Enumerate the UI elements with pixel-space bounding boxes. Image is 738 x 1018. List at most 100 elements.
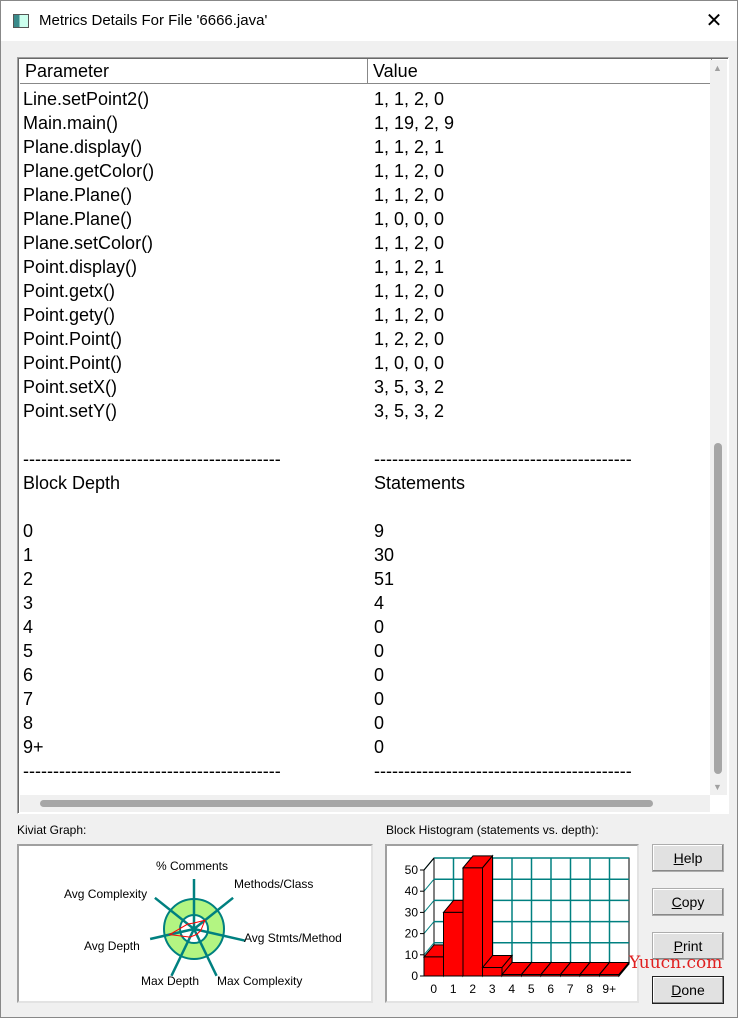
list-row[interactable]: Point.gety() 1, 1, 2, 0 xyxy=(23,303,632,327)
list-row[interactable]: Block Depth Statements xyxy=(23,471,632,495)
list-row[interactable]: 9+ 0 xyxy=(23,735,632,759)
metrics-list[interactable]: Parameter Value Line.setPoint2() 1, 1, 2,… xyxy=(17,57,729,814)
row-parameter: Plane.setColor() xyxy=(23,233,154,253)
kiviat-axis-label: Max Complexity xyxy=(217,974,302,988)
list-row[interactable]: Plane.setColor() 1, 1, 2, 0 xyxy=(23,231,632,255)
y-tick-label: 20 xyxy=(405,927,419,941)
x-tick-label: 9+ xyxy=(602,982,616,996)
list-row[interactable]: 80 xyxy=(23,711,632,735)
list-rows: Line.setPoint2() 1, 1, 2, 0 Main.main() 1, … xyxy=(23,87,632,783)
scroll-up-icon[interactable]: ▲ xyxy=(713,63,722,73)
row-parameter: ----------------------------------------… xyxy=(23,761,281,781)
row-value: 1, 1, 2, 0 xyxy=(374,233,445,253)
list-row[interactable]: Point.Point() 1, 2, 2, 0 xyxy=(23,327,632,351)
kiviat-axis-label: Avg Stmts/Method xyxy=(244,931,342,945)
row-parameter: Block Depth xyxy=(23,473,121,493)
horizontal-scrollbar[interactable] xyxy=(20,795,710,812)
list-row[interactable]: 70 xyxy=(23,687,632,711)
row-parameter: 5 xyxy=(23,641,34,661)
row-value: ----------------------------------------… xyxy=(374,449,632,469)
row-parameter: 8 xyxy=(23,713,34,733)
list-row[interactable]: 50 xyxy=(23,639,632,663)
vertical-scrollbar[interactable]: ▲ ▼ xyxy=(710,60,727,795)
row-value: 4 xyxy=(374,593,385,613)
list-row[interactable]: Main.main() 1, 19, 2, 9 xyxy=(23,111,632,135)
row-value: 0 xyxy=(374,737,385,757)
row-parameter: 0 xyxy=(23,521,34,541)
list-row[interactable]: 34 xyxy=(23,591,632,615)
kiviat-axis-label: Avg Depth xyxy=(84,939,140,953)
help-button[interactable]: Help xyxy=(652,844,724,872)
kiviat-axis-label: Methods/Class xyxy=(234,877,313,891)
list-row[interactable]: Point.setY() 3, 5, 3, 2 xyxy=(23,399,632,423)
row-parameter: Point.Point() xyxy=(23,353,123,373)
histogram-svg: 010203040500 1 2 3 4 5 6 7 8 9+ xyxy=(405,854,631,996)
column-header-parameter[interactable]: Parameter xyxy=(20,59,368,84)
list-row[interactable]: 1 30 xyxy=(23,543,632,567)
row-parameter xyxy=(23,495,374,519)
x-tick-label: 4 xyxy=(508,982,515,996)
list-row[interactable]: Line.setPoint2() 1, 1, 2, 0 xyxy=(23,87,632,111)
list-row[interactable]: Plane.Plane() 1, 1, 2, 0 xyxy=(23,183,632,207)
bar xyxy=(423,956,444,977)
list-row[interactable]: Point.display() 1, 1, 2, 1 xyxy=(23,255,632,279)
row-value: 1, 1, 2, 0 xyxy=(374,305,445,325)
vertical-scroll-thumb[interactable] xyxy=(714,443,722,774)
row-parameter: Point.Point() xyxy=(23,329,123,349)
x-tick-label: 6 xyxy=(547,982,554,996)
close-icon[interactable]: ✕ xyxy=(691,1,737,41)
row-parameter: Plane.display() xyxy=(23,137,143,157)
row-value: 1, 1, 2, 0 xyxy=(374,89,445,109)
list-row[interactable]: Plane.getColor() 1, 1, 2, 0 xyxy=(23,159,632,183)
list-row[interactable]: Point.Point() 1, 0, 0, 0 xyxy=(23,351,632,375)
row-value: 3, 5, 3, 2 xyxy=(374,401,445,421)
row-parameter: Point.display() xyxy=(23,257,138,277)
bar xyxy=(482,967,503,977)
kiviat-axis-label: % Comments xyxy=(156,859,228,873)
list-row[interactable]: 40 xyxy=(23,615,632,639)
grid-line-side xyxy=(423,921,435,934)
list-row[interactable]: 09 xyxy=(23,519,632,543)
grid-line-side xyxy=(423,900,435,913)
list-row[interactable] xyxy=(23,423,632,447)
row-parameter: 9+ xyxy=(23,737,44,757)
row-parameter: Line.setPoint2() xyxy=(23,89,150,109)
list-row[interactable]: 2 51 xyxy=(23,567,632,591)
list-row[interactable]: Plane.display() 1, 1, 2, 1 xyxy=(23,135,632,159)
row-parameter: 6 xyxy=(23,665,34,685)
copy-button[interactable]: Copy xyxy=(652,888,724,916)
row-parameter: Point.getx() xyxy=(23,281,116,301)
row-value: 0 xyxy=(374,689,385,709)
y-tick-label: 40 xyxy=(405,884,419,898)
kiviat-label: Kiviat Graph: xyxy=(17,823,87,837)
list-row[interactable]: Plane.Plane() 1, 0, 0, 0 xyxy=(23,207,632,231)
watermark: Yuucn.com xyxy=(629,953,723,973)
row-parameter: 2 xyxy=(23,569,34,589)
horizontal-scroll-thumb[interactable] xyxy=(40,800,653,807)
row-parameter xyxy=(23,423,374,447)
row-value: 0 xyxy=(374,617,385,637)
list-row[interactable]: ----------------------------------------… xyxy=(23,447,632,471)
list-row[interactable]: 60 xyxy=(23,663,632,687)
list-row[interactable]: Point.setX() 3, 5, 3, 2 xyxy=(23,375,632,399)
row-parameter: Point.gety() xyxy=(23,305,116,325)
row-parameter: Point.setX() xyxy=(23,377,118,397)
title-bar: Metrics Details For File '6666.java' ✕ xyxy=(1,1,737,41)
column-header-value[interactable]: Value xyxy=(368,59,712,84)
row-parameter: Plane.Plane() xyxy=(23,185,133,205)
y-tick-label: 0 xyxy=(411,969,418,983)
row-parameter: Plane.getColor() xyxy=(23,161,155,181)
list-row[interactable]: ----------------------------------------… xyxy=(23,759,632,783)
list-row[interactable]: Point.getx() 1, 1, 2, 0 xyxy=(23,279,632,303)
list-row[interactable] xyxy=(23,495,632,519)
row-value: 1, 1, 2, 0 xyxy=(374,161,445,181)
x-tick-label: 0 xyxy=(430,982,437,996)
row-value: 1, 1, 2, 1 xyxy=(374,137,445,157)
scroll-down-icon[interactable]: ▼ xyxy=(713,782,722,792)
histogram-label: Block Histogram (statements vs. depth): xyxy=(386,823,599,837)
x-tick-label: 1 xyxy=(450,982,457,996)
kiviat-axis-label: Max Depth xyxy=(141,974,199,988)
done-button[interactable]: Done xyxy=(652,976,724,1004)
row-value: 1, 19, 2, 9 xyxy=(374,113,455,133)
row-parameter: 1 xyxy=(23,545,34,565)
